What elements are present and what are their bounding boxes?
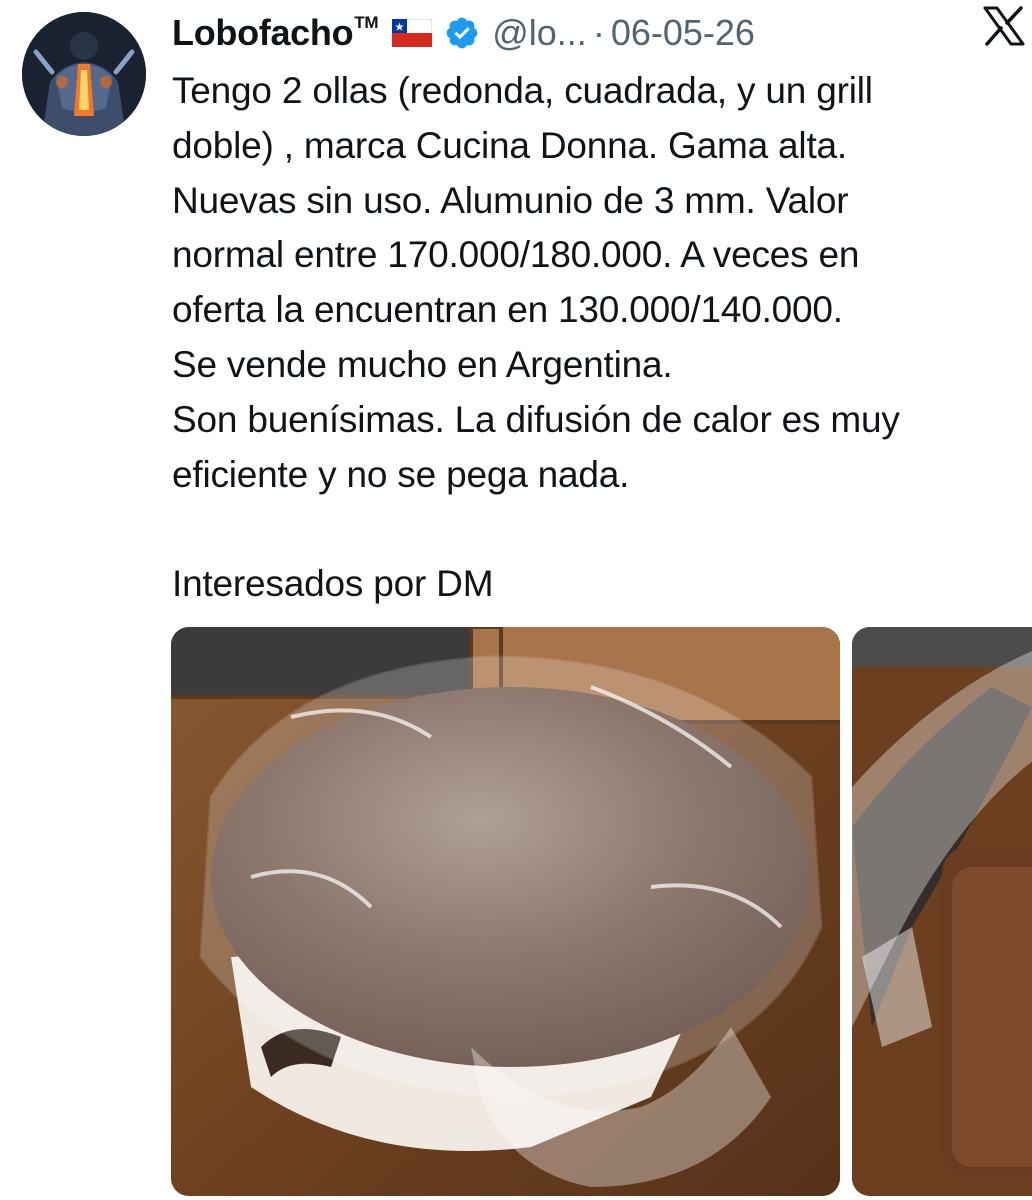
tweet-text: Tengo 2 ollas (redonda, cuadrada, y un g… bbox=[172, 64, 1022, 612]
tweet-date[interactable]: 06-05-26 bbox=[611, 12, 755, 54]
tweet-photo-pans[interactable] bbox=[852, 627, 1032, 1196]
avatar[interactable] bbox=[22, 12, 146, 136]
tweet-line: Tengo 2 ollas (redonda, cuadrada, y un g… bbox=[172, 70, 873, 111]
tweet-photo-pot[interactable] bbox=[171, 627, 840, 1196]
tweet-header: LobofachoTM @lo... · 06-05-26 bbox=[172, 8, 1012, 58]
tweet-line: oferta la encuentran en 130.000/140.000. bbox=[172, 289, 843, 331]
user-handle[interactable]: @lo... bbox=[492, 12, 587, 54]
x-logo-icon[interactable] bbox=[982, 6, 1026, 46]
verified-badge-icon bbox=[444, 15, 480, 51]
tweet-line: Son buenísimas. La difusión de calor es … bbox=[172, 398, 900, 440]
chile-flag-icon bbox=[391, 18, 433, 48]
tweet-line: Interesados por DM bbox=[172, 563, 494, 605]
separator-dot: · bbox=[592, 12, 605, 53]
tweet-line: eficiente y no se pega nada. bbox=[172, 453, 630, 495]
trademark-mark: TM bbox=[354, 13, 379, 32]
tweet-line: doble) , marca Cucina Donna. Gama alta. bbox=[172, 124, 847, 166]
tweet-line: Se vende mucho en Argentina. bbox=[172, 343, 673, 385]
tweet-line: normal entre 170.000/180.000. A veces en bbox=[172, 234, 860, 276]
display-name[interactable]: LobofachoTM bbox=[172, 12, 379, 54]
tweet-line bbox=[172, 502, 1022, 557]
tweet-line: Nuevas sin uso. Alumunio de 3 mm. Valor bbox=[172, 179, 849, 221]
